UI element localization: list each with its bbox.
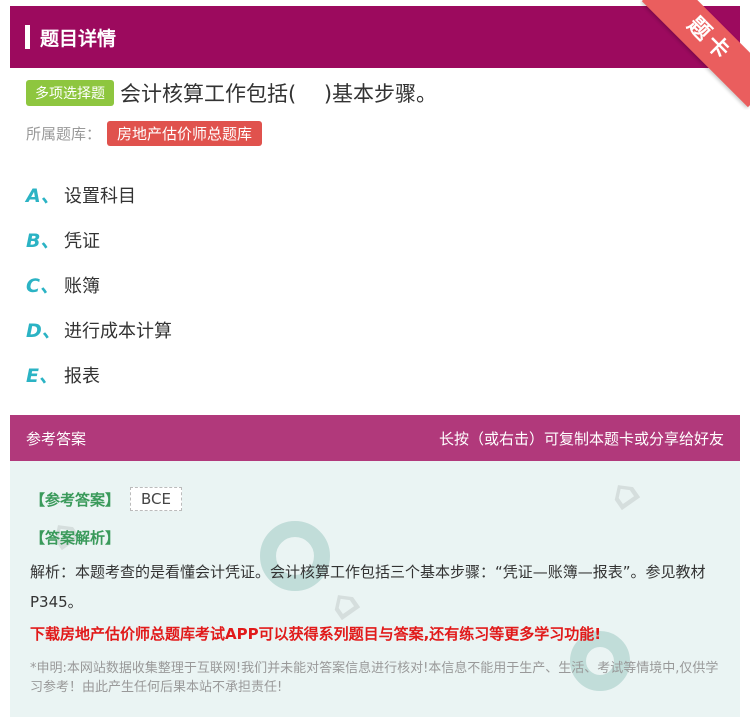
option-c[interactable]: C、 账簿 [26, 262, 172, 307]
option-letter: C、 [26, 275, 59, 297]
corner-ribbon: 题卡 [640, 0, 750, 110]
reference-answer-row: 【参考答案】 BCE [30, 487, 182, 511]
question-text: 会计核算工作包括( )基本步骤。 [120, 82, 438, 106]
option-a[interactable]: A、 设置科目 [26, 172, 172, 217]
option-b[interactable]: B、 凭证 [26, 217, 172, 262]
ribbon-label: 题卡 [641, 0, 750, 108]
question-bank-row: 所属题库： 房地产估价师总题库 [26, 121, 263, 146]
option-text: 报表 [64, 365, 100, 387]
bank-label: 所属题库： [26, 125, 102, 143]
option-d[interactable]: D、 进行成本计算 [26, 307, 172, 352]
question-row: 多项选择题 会计核算工作包括( )基本步骤。 [26, 78, 437, 108]
question-type-badge: 多项选择题 [26, 80, 114, 106]
option-letter: D、 [26, 320, 61, 342]
answer-section-header: 参考答案 长按（或右击）可复制本题卡或分享给好友 [10, 415, 740, 461]
answer-body: ⌂ ⌂ ⌂ 【参考答案】 BCE 【答案解析】 解析：本题考查的是看懂会计凭证。… [10, 461, 740, 717]
bank-link[interactable]: 房地产估价师总题库 [107, 121, 263, 146]
analysis-text: 解析：本题考查的是看懂会计凭证。会计核算工作包括三个基本步骤：“凭证—账簿—报表… [30, 563, 706, 611]
copy-share-hint: 长按（或右击）可复制本题卡或分享给好友 [438, 429, 724, 448]
option-text: 进行成本计算 [64, 320, 172, 342]
option-text: 凭证 [64, 230, 100, 252]
analysis-label: 【答案解析】 [30, 529, 121, 547]
header-accent-bar [25, 25, 30, 49]
option-text: 账簿 [64, 275, 100, 297]
disclaimer-text: *申明:本网站数据收集整理于互联网!我们并未能对答案信息进行核对!本信息不能用于… [30, 661, 719, 695]
page-header: 题目详情 [10, 6, 740, 68]
option-e[interactable]: E、 报表 [26, 352, 172, 397]
option-letter: A、 [26, 185, 60, 207]
answer-section-title: 参考答案 [26, 429, 87, 448]
page-title: 题目详情 [40, 27, 117, 50]
reference-answer-value: BCE [130, 487, 182, 511]
options-list: A、 设置科目 B、 凭证 C、 账簿 D、 进行成本计算 E、 报表 [26, 172, 172, 397]
option-letter: B、 [26, 230, 60, 252]
option-letter: E、 [26, 365, 58, 387]
watermark-glyph-icon: ⌂ [599, 467, 648, 519]
app-download-link[interactable]: 下载房地产估价师总题库考试APP可以获得系列题目与答案,还有练习等更多学习功能! [30, 623, 601, 644]
option-text: 设置科目 [64, 185, 136, 207]
reference-answer-label: 【参考答案】 [30, 490, 121, 509]
